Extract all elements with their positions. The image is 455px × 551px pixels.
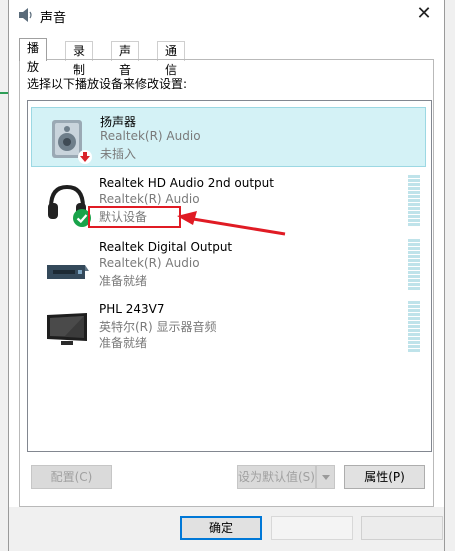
device-driver: Realtek(R) Audio	[99, 256, 200, 270]
configure-button[interactable]: 配置(C)	[31, 465, 112, 489]
digital-output-icon	[45, 245, 89, 289]
monitor-icon	[45, 307, 89, 351]
device-name: 扬声器	[100, 115, 137, 129]
device-status: 未插入	[100, 147, 137, 161]
set-default-dropdown[interactable]	[316, 465, 335, 489]
chevron-down-icon	[321, 475, 330, 480]
device-name: PHL 243V7	[99, 302, 165, 316]
dialog-footer: 确定	[9, 507, 444, 551]
apply-button[interactable]	[361, 516, 443, 540]
device-name: Realtek HD Audio 2nd output	[99, 176, 274, 190]
highlight-arrow-icon	[177, 211, 286, 236]
tab-communications[interactable]: 通信	[157, 41, 186, 77]
device-driver: Realtek(R) Audio	[100, 129, 201, 143]
window-title: 声音	[40, 11, 67, 26]
tab-playback[interactable]: 播放	[19, 38, 48, 74]
close-icon[interactable]: ✕	[414, 4, 434, 24]
sound-dialog: 声音 ✕ 播放 录制 声音 通信 选择以下播放设备来修改设置: 扬声器 Real…	[8, 0, 445, 551]
device-item-speaker[interactable]: 扬声器 Realtek(R) Audio 未插入	[31, 107, 426, 167]
device-item-monitor[interactable]: PHL 243V7 英特尔(R) 显示器音频 准备就绪	[31, 297, 426, 357]
device-list[interactable]: 扬声器 Realtek(R) Audio 未插入 Realtek HD Audi…	[27, 100, 432, 452]
device-name: Realtek Digital Output	[99, 240, 233, 254]
volume-meter	[408, 175, 420, 227]
device-status: 准备就绪	[99, 336, 148, 350]
title-bar: 声音 ✕	[9, 0, 444, 30]
cancel-button[interactable]	[271, 516, 353, 540]
unplugged-badge-icon	[78, 150, 92, 164]
device-driver: 英特尔(R) 显示器音频	[99, 320, 217, 334]
volume-meter	[408, 239, 420, 291]
speaker-title-icon	[18, 7, 34, 23]
background-app-left	[0, 0, 8, 551]
background-app-right	[445, 0, 455, 551]
volume-meter	[408, 301, 420, 353]
device-item-digital-output[interactable]: Realtek Digital Output Realtek(R) Audio …	[31, 235, 426, 295]
instruction-text: 选择以下播放设备来修改设置:	[27, 77, 188, 91]
highlight-box	[88, 206, 181, 228]
properties-button[interactable]: 属性(P)	[344, 465, 425, 489]
ok-button[interactable]: 确定	[180, 516, 262, 540]
tab-sounds[interactable]: 声音	[111, 41, 140, 77]
device-status: 准备就绪	[99, 274, 148, 288]
tab-recording[interactable]: 录制	[65, 41, 94, 77]
set-default-button[interactable]: 设为默认值(S)	[237, 465, 316, 489]
device-driver: Realtek(R) Audio	[99, 192, 200, 206]
